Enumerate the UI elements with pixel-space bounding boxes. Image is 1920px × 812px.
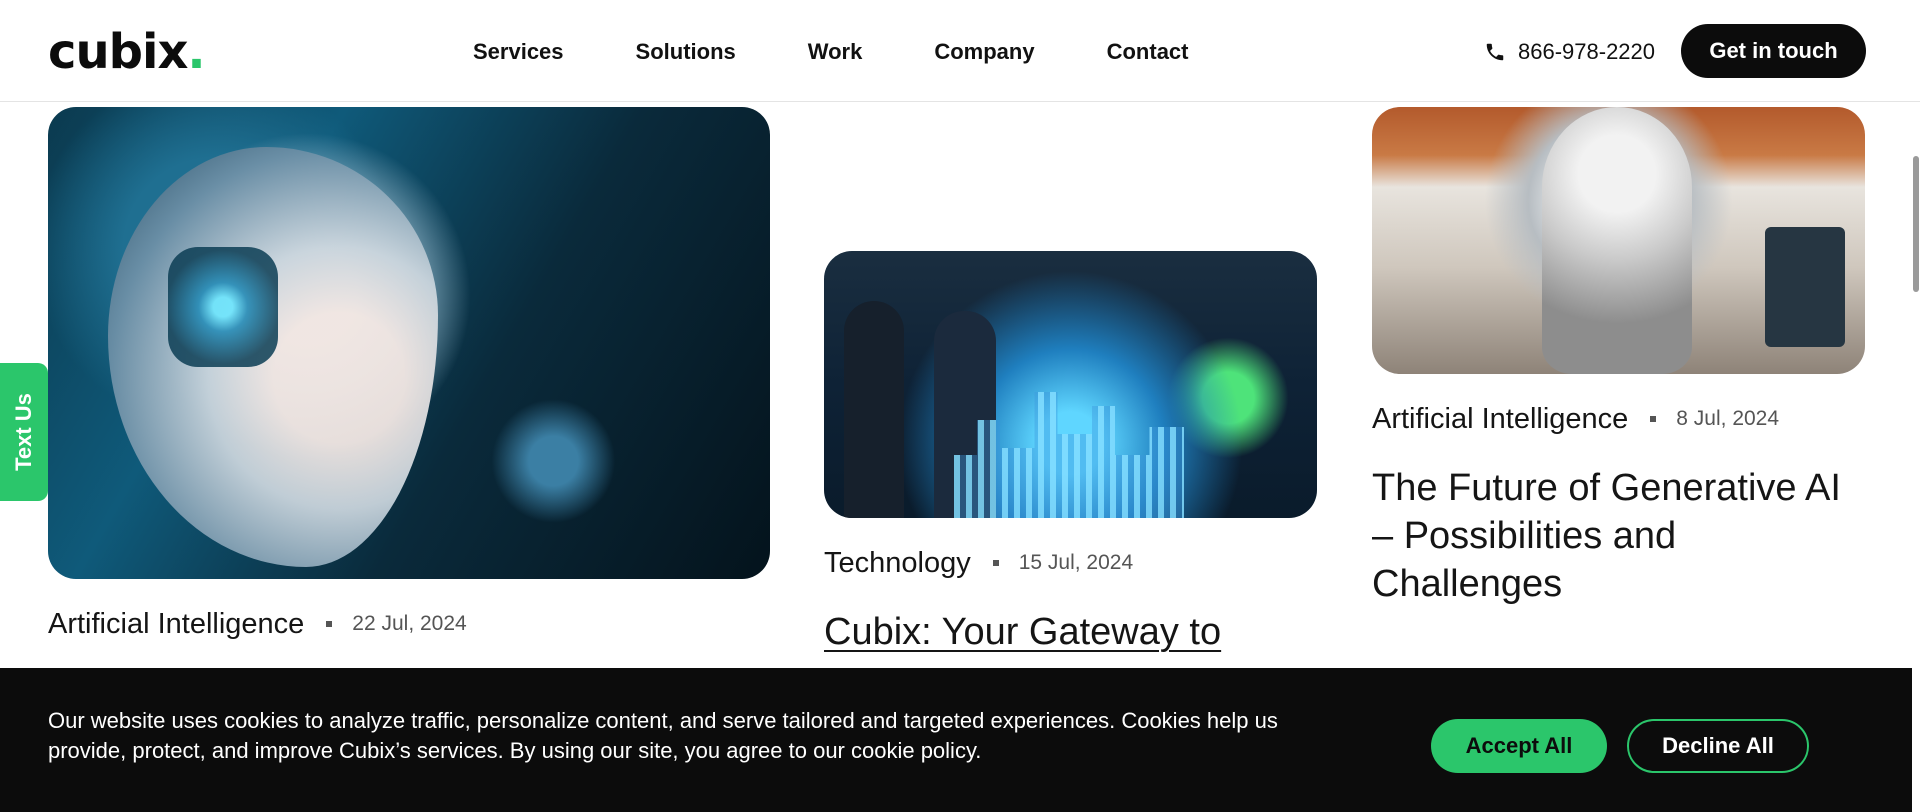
nav-contact[interactable]: Contact (1107, 36, 1189, 68)
text-us-tab[interactable]: Text Us (0, 363, 48, 501)
nav-work[interactable]: Work (808, 36, 863, 68)
card-image-ai-head[interactable] (48, 107, 770, 579)
cookie-banner: Our website uses cookies to analyze traf… (0, 668, 1912, 812)
image-face-shape (108, 147, 438, 567)
meta-separator (326, 621, 333, 627)
card-title-link[interactable]: Cubix: Your Gateway to (824, 608, 1221, 656)
meta-separator (1650, 416, 1657, 422)
card-date: 8 Jul, 2024 (1676, 407, 1780, 430)
card-date: 22 Jul, 2024 (352, 612, 467, 635)
card-category[interactable]: Artificial Intelligence (48, 606, 304, 642)
get-in-touch-button[interactable]: Get in touch (1681, 24, 1866, 78)
card-date: 15 Jul, 2024 (1018, 551, 1134, 574)
cookie-message: Our website uses cookies to analyze traf… (48, 708, 1278, 763)
phone-link[interactable]: 866-978-2220 (1484, 36, 1655, 68)
decline-all-button[interactable]: Decline All (1627, 719, 1809, 773)
nav-company[interactable]: Company (934, 36, 1034, 68)
card-meta: Artificial Intelligence 22 Jul, 2024 (48, 606, 467, 642)
card-category[interactable]: Artificial Intelligence (1372, 401, 1628, 437)
phone-icon (1486, 43, 1504, 61)
card-meta: Technology 15 Jul, 2024 (824, 545, 1133, 581)
accept-all-button[interactable]: Accept All (1431, 719, 1607, 773)
meta-separator (992, 560, 999, 566)
card-category[interactable]: Technology (824, 545, 971, 581)
card-image-hologram-city[interactable] (824, 251, 1317, 518)
image-circuit-glow (168, 247, 278, 367)
site-header: cubix. Services Solutions Work Company C… (0, 0, 1920, 102)
image-robot-shape (1542, 107, 1692, 374)
logo-text: cubix (48, 24, 188, 80)
nav-services[interactable]: Services (473, 36, 564, 68)
image-screen (1765, 227, 1845, 347)
card-title-link[interactable]: The Future of Generative AI – Possibilit… (1372, 464, 1872, 608)
logo-dot: . (187, 24, 205, 80)
image-person (844, 301, 904, 518)
card-image-robot[interactable] (1372, 107, 1865, 374)
cubix-logo[interactable]: cubix. (48, 24, 206, 80)
scrollbar-thumb[interactable] (1913, 156, 1919, 292)
text-us-label: Text Us (11, 393, 36, 471)
nav-solutions[interactable]: Solutions (636, 36, 736, 68)
phone-number: 866-978-2220 (1518, 39, 1656, 64)
main-nav: Services Solutions Work Company Contact (473, 36, 1189, 68)
card-meta: Artificial Intelligence 8 Jul, 2024 (1372, 401, 1779, 437)
